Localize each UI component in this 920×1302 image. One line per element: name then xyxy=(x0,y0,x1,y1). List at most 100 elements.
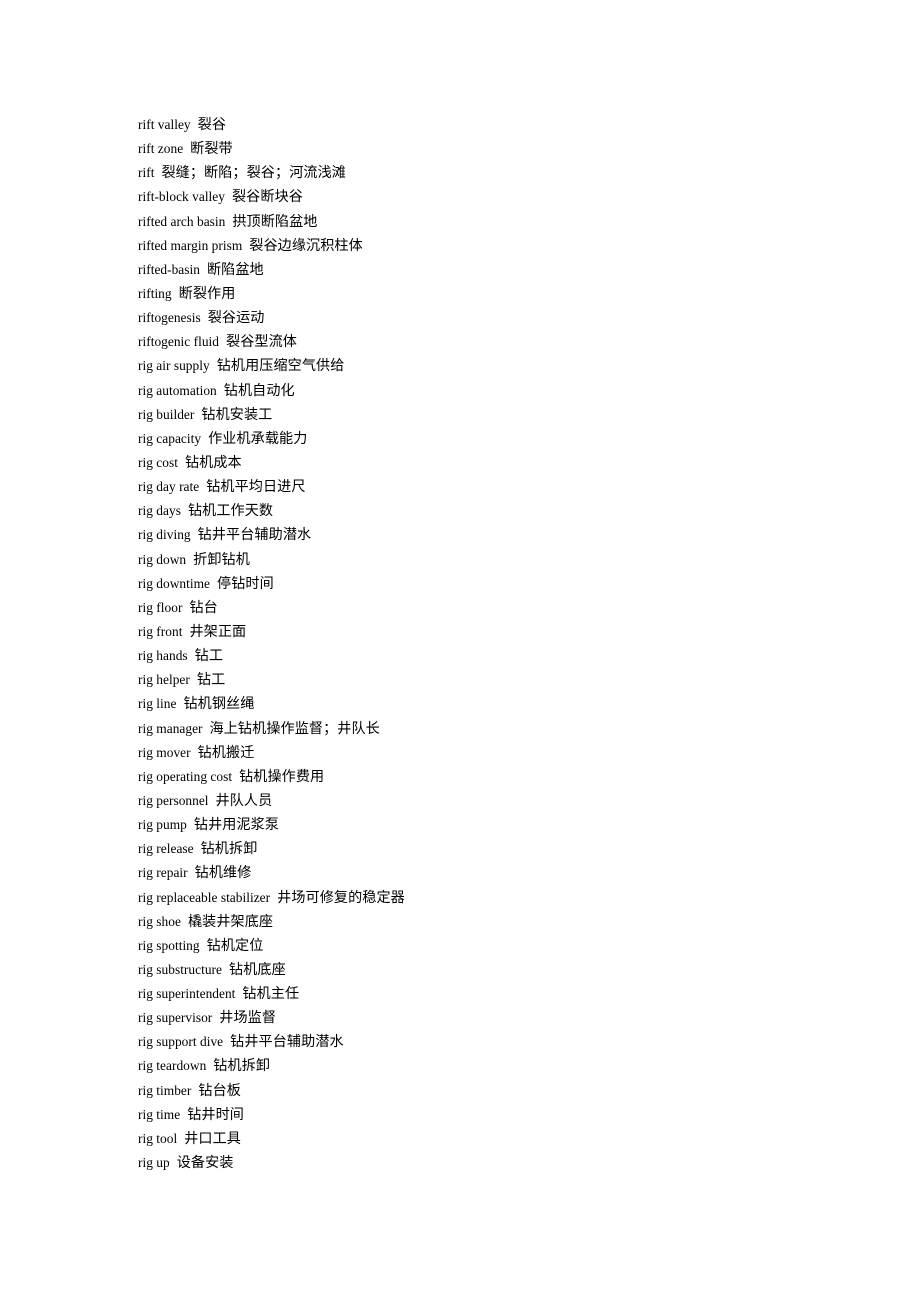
entry-gloss: 钻机成本 xyxy=(184,454,242,471)
entry-gloss: 钻机自动化 xyxy=(223,382,295,399)
entry-gloss: 井场可修复的稳定器 xyxy=(277,889,405,906)
glossary-entry: rig air supply 钻机用压缩空气供给 xyxy=(138,354,838,378)
entry-term: rig days xyxy=(138,503,181,519)
glossary-entry: rig pump 钻井用泥浆泵 xyxy=(138,813,838,837)
entry-gloss: 裂谷型流体 xyxy=(226,334,297,351)
entry-gloss: 拱顶断陷盆地 xyxy=(232,213,318,230)
glossary-entry: rig personnel 井队人员 xyxy=(138,789,838,813)
glossary-entry: rig automation 钻机自动化 xyxy=(138,379,838,403)
glossary-entry: rifted margin prism 裂谷边缘沉积柱体 xyxy=(138,234,838,258)
entry-term: rig teardown xyxy=(138,1058,207,1074)
entry-term: rig tool xyxy=(138,1130,178,1146)
entry-term: rig diving xyxy=(138,527,191,543)
entry-term: rifted-basin xyxy=(138,261,200,277)
entry-term: rig release xyxy=(138,841,194,857)
glossary-entry: rig timber 钻台板 xyxy=(138,1079,838,1103)
entry-gloss: 裂谷边缘沉积柱体 xyxy=(249,237,363,254)
entry-gloss: 钻机拆卸 xyxy=(213,1058,271,1075)
entry-gloss: 钻机工作天数 xyxy=(187,503,274,520)
entry-term: rig line xyxy=(138,696,177,712)
entry-gloss: 钻机钢丝绳 xyxy=(183,696,255,713)
glossary-entry: rig capacity 作业机承载能力 xyxy=(138,427,838,451)
entry-term: rig up xyxy=(138,1155,170,1171)
glossary-entry: rifted-basin 断陷盆地 xyxy=(138,258,838,282)
entry-term: rift xyxy=(138,165,155,181)
glossary-entry: rift 裂缝；断陷；裂谷；河流浅滩 xyxy=(138,161,838,185)
glossary-entry: rig teardown 钻机拆卸 xyxy=(138,1054,838,1078)
entry-term: rig day rate xyxy=(138,479,200,495)
entry-gloss: 井架正面 xyxy=(189,623,247,640)
glossary-entry: rig time 钻井时间 xyxy=(138,1103,838,1127)
glossary-entry: rig repair 钻机维修 xyxy=(138,861,838,885)
entry-term: rig repair xyxy=(138,865,188,881)
entry-term: rifting xyxy=(138,285,172,301)
entry-term: rig time xyxy=(138,1106,181,1122)
entry-gloss: 裂缝；断陷；裂谷；河流浅滩 xyxy=(161,165,346,182)
glossary-entry: rig spotting 钻机定位 xyxy=(138,934,838,958)
document-page: rift valley 裂谷 rift zone 断裂带 rift 裂缝；断陷；裂谷；河流… xyxy=(0,0,920,1302)
entry-gloss: 钻井用泥浆泵 xyxy=(193,817,280,834)
entry-term: rig down xyxy=(138,551,187,567)
entry-gloss: 钻工 xyxy=(196,672,226,689)
entry-gloss: 井口工具 xyxy=(184,1130,241,1147)
glossary-entry: rig substructure 钻机底座 xyxy=(138,958,838,982)
entry-term: rig operating cost xyxy=(138,768,233,784)
entry-term: riftogenic fluid xyxy=(138,334,220,350)
entry-gloss: 钻机拆卸 xyxy=(200,841,258,858)
entry-gloss: 钻机安装工 xyxy=(201,406,273,423)
glossary-entry: rifting 断裂作用 xyxy=(138,282,838,306)
entry-gloss: 钻机主任 xyxy=(242,986,300,1003)
glossary-entry: rig operating cost 钻机操作费用 xyxy=(138,765,838,789)
entry-term: rig superintendent xyxy=(138,986,236,1002)
entry-gloss: 断裂带 xyxy=(190,141,233,158)
glossary-entry: rift-block valley 裂谷断块谷 xyxy=(138,185,838,209)
glossary-entry: rig floor 钻台 xyxy=(138,596,838,620)
glossary-entry: rig front 井架正面 xyxy=(138,620,838,644)
glossary-entry: riftogenesis 裂谷运动 xyxy=(138,306,838,330)
glossary-entry: rig replaceable stabilizer 井场可修复的稳定器 xyxy=(138,886,838,910)
entry-term: rig cost xyxy=(138,454,178,470)
entry-term: rift-block valley xyxy=(138,189,225,205)
entry-term: rig downtime xyxy=(138,575,211,591)
entry-term: rifted margin prism xyxy=(138,237,243,253)
glossary-entry: rig tool 井口工具 xyxy=(138,1127,838,1151)
entry-term: rig shoe xyxy=(138,913,181,929)
entry-gloss: 钻井平台辅助潜水 xyxy=(230,1034,344,1051)
glossary-entry: rig diving 钻井平台辅助潜水 xyxy=(138,523,838,547)
entry-gloss: 钻机操作费用 xyxy=(239,768,325,785)
entry-gloss: 钻机搬迁 xyxy=(197,744,255,761)
entry-gloss: 断裂作用 xyxy=(178,285,236,302)
entry-term: rig mover xyxy=(138,744,191,760)
glossary-entry-list: rift valley 裂谷 rift zone 断裂带 rift 裂缝；断陷；裂谷；河流… xyxy=(138,113,838,1175)
entry-term: rig personnel xyxy=(138,792,209,808)
entry-gloss: 钻机用压缩空气供给 xyxy=(216,358,345,375)
glossary-entry: riftogenic fluid 裂谷型流体 xyxy=(138,330,838,354)
entry-term: riftogenesis xyxy=(138,310,201,326)
entry-gloss: 设备安装 xyxy=(176,1155,234,1172)
entry-term: rig pump xyxy=(138,817,187,833)
glossary-entry: rig builder 钻机安装工 xyxy=(138,403,838,427)
entry-gloss: 裂谷 xyxy=(197,117,227,133)
entry-gloss: 断陷盆地 xyxy=(206,261,264,278)
entry-gloss: 井场监督 xyxy=(219,1010,277,1027)
glossary-entry: rig mover 钻机搬迁 xyxy=(138,741,838,765)
entry-term: rig automation xyxy=(138,382,217,398)
glossary-entry: rig helper 钻工 xyxy=(138,668,838,692)
entry-gloss: 钻机平均日进尺 xyxy=(206,479,306,496)
entry-term: rig spotting xyxy=(138,937,200,953)
entry-gloss: 钻机底座 xyxy=(229,961,286,978)
entry-term: rift zone xyxy=(138,141,184,157)
glossary-entry: rig down 折卸钻机 xyxy=(138,548,838,572)
glossary-entry: rig superintendent 钻机主任 xyxy=(138,982,838,1006)
entry-term: rig support dive xyxy=(138,1034,224,1050)
entry-term: rig builder xyxy=(138,406,195,422)
entry-gloss: 海上钻机操作监督；井队长 xyxy=(209,720,380,737)
glossary-entry: rig supervisor 井场监督 xyxy=(138,1006,838,1030)
entry-term: rig capacity xyxy=(138,430,202,446)
entry-gloss: 钻井时间 xyxy=(187,1106,244,1123)
entry-gloss: 裂谷运动 xyxy=(207,310,265,327)
entry-term: rig manager xyxy=(138,720,203,736)
entry-gloss: 钻机定位 xyxy=(206,937,264,954)
entry-gloss: 裂谷断块谷 xyxy=(231,189,303,206)
entry-gloss: 钻井平台辅助潜水 xyxy=(197,527,312,544)
